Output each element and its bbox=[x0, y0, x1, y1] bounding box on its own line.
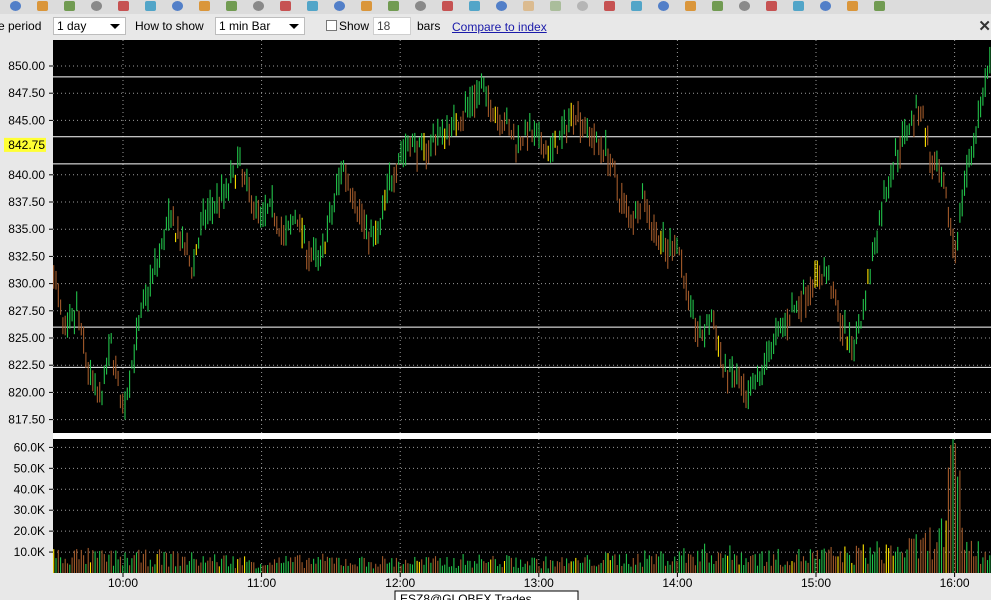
y-tick-label: 20.0K bbox=[14, 524, 45, 538]
chart-area: 850.00 847.50 845.00 840.00 837.50 835.00 832.… bbox=[4, 40, 991, 600]
x-tick-label: 15:00 bbox=[801, 576, 831, 590]
y-tick-label: 820.00 bbox=[8, 385, 45, 399]
y-tick-label: 840.00 bbox=[8, 168, 45, 182]
y-tick-label: 832.50 bbox=[8, 249, 45, 263]
y-tick-label: 850.00 bbox=[8, 59, 45, 73]
y-tick-label: 40.0K bbox=[14, 482, 45, 496]
current-price-label: 842.75 bbox=[8, 138, 45, 152]
price-panel bbox=[53, 40, 991, 433]
x-tick-label: 12:00 bbox=[385, 576, 415, 590]
y-tick-label: 822.50 bbox=[8, 358, 45, 372]
x-tick-label: 11:00 bbox=[247, 576, 276, 590]
y-tick-label: 847.50 bbox=[8, 86, 45, 100]
y-tick-label: 827.50 bbox=[8, 304, 45, 318]
panel-divider bbox=[53, 433, 991, 439]
series-label: ESZ8@GLOBEX Trades bbox=[400, 592, 532, 600]
x-tick-label: 16:00 bbox=[940, 576, 970, 590]
x-tick-label: 13:00 bbox=[524, 576, 554, 590]
y-tick-label: 830.00 bbox=[8, 277, 45, 291]
y-tick-label: 817.50 bbox=[8, 413, 45, 427]
y-tick-label: 10.0K bbox=[14, 545, 45, 559]
y-tick-label: 60.0K bbox=[14, 440, 45, 454]
y-tick-label: 835.00 bbox=[8, 222, 45, 236]
y-tick-label: 845.00 bbox=[8, 113, 45, 127]
y-tick-label: 50.0K bbox=[14, 461, 45, 475]
x-tick-label: 10:00 bbox=[108, 576, 138, 590]
y-tick-label: 30.0K bbox=[14, 503, 45, 517]
x-tick-label: 14:00 bbox=[662, 576, 692, 590]
y-tick-label: 837.50 bbox=[8, 195, 45, 209]
volume-panel bbox=[53, 439, 991, 573]
y-tick-label: 825.00 bbox=[8, 331, 45, 345]
